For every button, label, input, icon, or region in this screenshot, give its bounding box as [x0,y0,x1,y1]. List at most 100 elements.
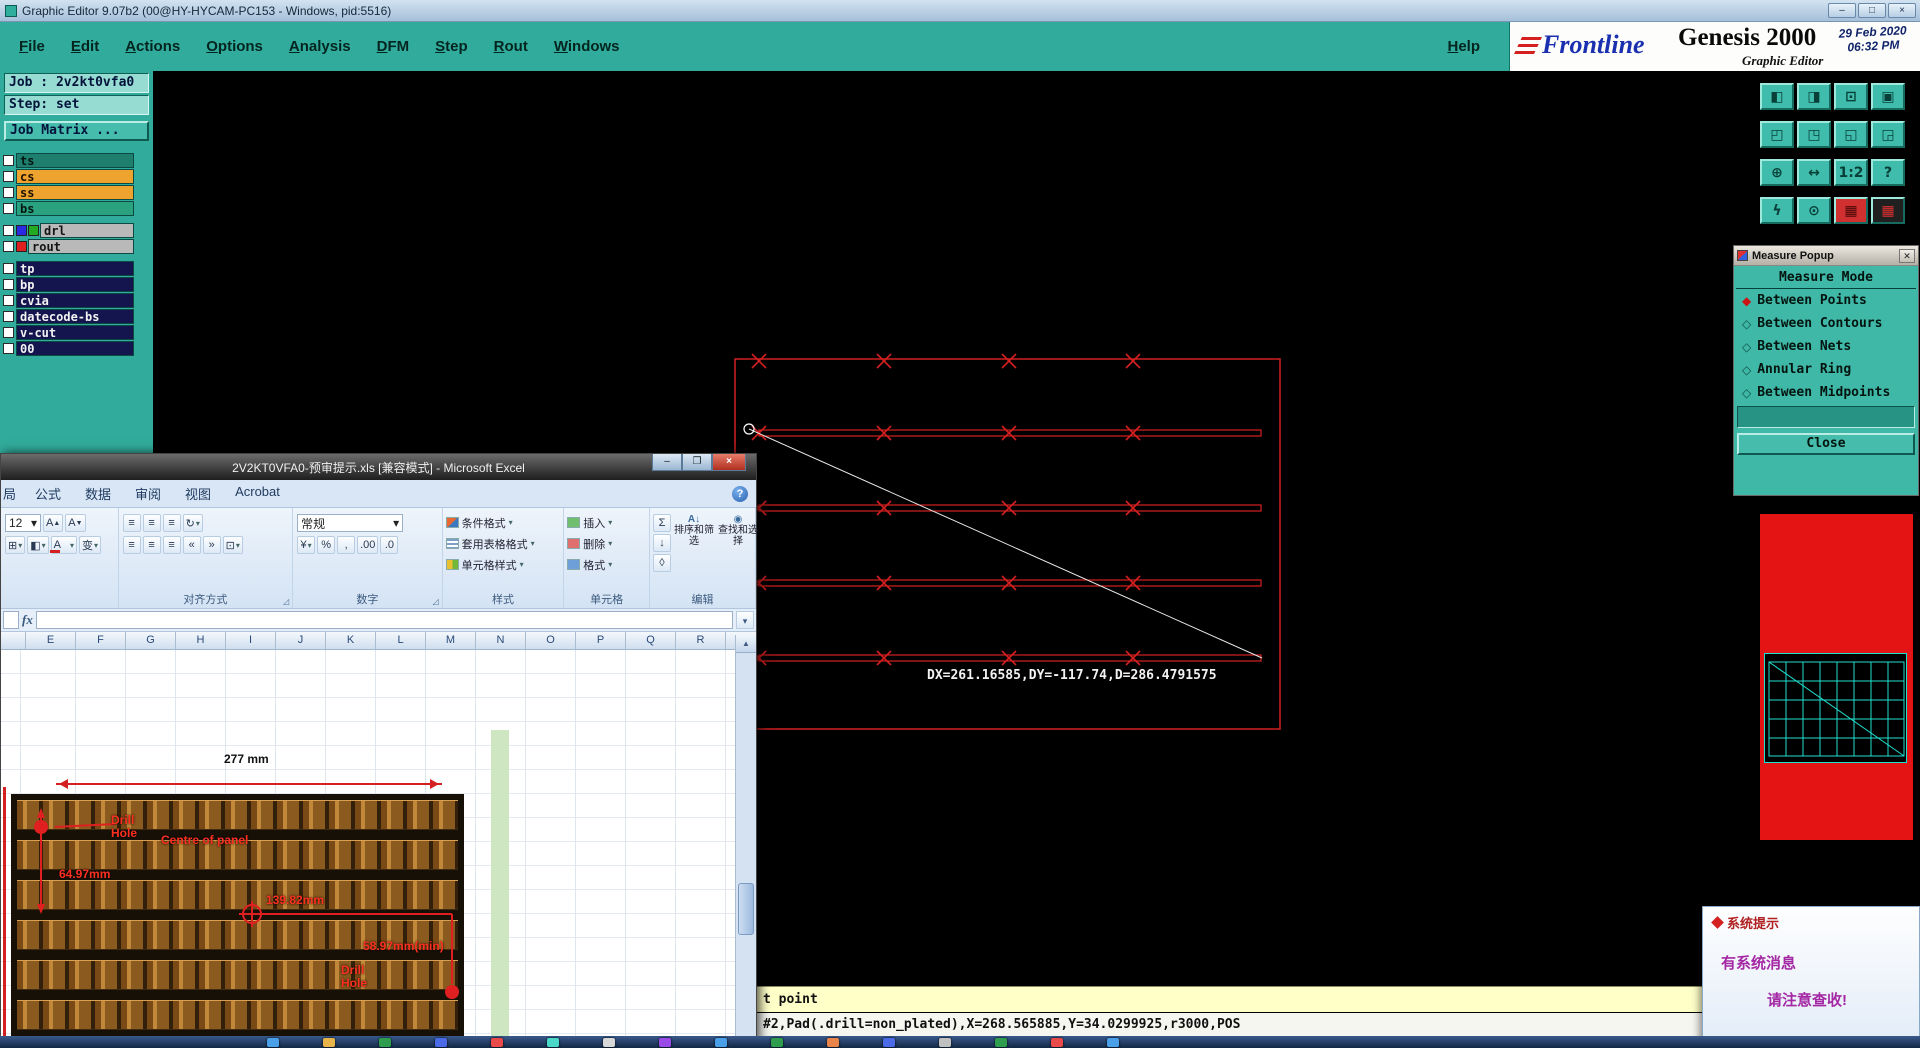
decrease-decimal-button[interactable]: .0 [380,536,399,554]
menu-item[interactable]: Actions [112,38,193,55]
formula-expand-icon[interactable]: ▾ [736,611,754,629]
cells-button[interactable]: 删除 ▾ [564,533,649,554]
layer-name[interactable]: cs [16,169,134,184]
font-size-select[interactable]: 12 ▾ [5,514,41,532]
cells-button[interactable]: 插入 ▾ [564,512,649,533]
taskbar-app-icon[interactable] [771,1038,783,1047]
format-as-table-button[interactable]: 套用表格格式 ▾ [443,533,564,554]
phonetic-button[interactable]: 变 ▾ [79,536,102,554]
toolbar-button[interactable]: ⊙ [1797,197,1831,224]
layer-row[interactable]: tp [3,261,134,276]
layer-row[interactable]: bs [3,201,134,216]
layer-name[interactable]: datecode-bs [16,309,134,324]
layer-row[interactable]: 00 [3,341,134,356]
layer-checkbox[interactable] [3,295,14,306]
column-header[interactable]: E [26,632,76,649]
excel-restore-button[interactable]: ❐ [682,454,712,471]
cell-styles-button[interactable]: 单元格样式 ▾ [443,554,564,575]
align-right-button[interactable]: ≡ [162,536,181,554]
layer-name[interactable]: drl [40,223,134,238]
menu-item[interactable]: File [6,38,58,55]
name-box[interactable] [3,611,19,629]
font-color-button[interactable]: A ▾ [50,536,78,554]
column-header[interactable]: Q [626,632,676,649]
toolbar-button[interactable]: ◧ [1760,83,1794,110]
toolbar-button[interactable]: ◨ [1797,83,1831,110]
layer-checkbox[interactable] [3,263,14,274]
layer-color-chip[interactable] [16,225,27,236]
layer-row[interactable]: cs [3,169,134,184]
job-matrix-button[interactable]: Job Matrix ... [4,121,149,141]
layer-checkbox[interactable] [3,327,14,338]
scroll-up-icon[interactable]: ▲ [736,635,756,653]
toolbar-button[interactable]: ⊡ [1834,83,1868,110]
measure-mode-option[interactable]: ◇ Between Midpoints [1734,381,1918,404]
fill-color-button[interactable]: ◧ ▾ [27,536,49,554]
orientation-button[interactable]: ↻ ▾ [182,514,203,532]
excel-ribbon-tab[interactable]: 数据 [73,480,123,507]
layer-name[interactable]: bs [16,201,134,216]
column-header[interactable]: R [676,632,726,649]
measure-mode-option[interactable]: ◆ Between Points [1734,289,1918,312]
excel-ribbon-tab[interactable]: 审阅 [123,480,173,507]
taskbar-app-icon[interactable] [267,1038,279,1047]
layer-name[interactable]: ts [16,153,134,168]
align-center-button[interactable]: ≡ [142,536,161,554]
layer-checkbox[interactable] [3,225,14,236]
column-header[interactable]: I [226,632,276,649]
taskbar-app-icon[interactable] [883,1038,895,1047]
excel-sheet-grid[interactable]: 277 mm Drill Hole Centre of panel 64.97m… [1,650,756,1046]
toolbar-button[interactable]: 1:2 [1834,159,1868,186]
measure-mode-option[interactable]: ◇ Between Nets [1734,335,1918,358]
toolbar-button[interactable]: ? [1871,159,1905,186]
taskbar-app-icon[interactable] [323,1038,335,1047]
align-top-button[interactable]: ≡ [122,514,141,532]
column-header[interactable]: J [276,632,326,649]
taskbar-app-icon[interactable] [995,1038,1007,1047]
layer-color-chip[interactable] [28,225,39,236]
menu-item[interactable]: Options [193,38,276,55]
layer-name[interactable]: v-cut [16,325,134,340]
taskbar-app-icon[interactable] [827,1038,839,1047]
align-bottom-button[interactable]: ≡ [162,514,181,532]
taskbar-app-icon[interactable] [603,1038,615,1047]
toolbar-button[interactable]: ▦ [1834,197,1868,224]
dialog-launcher-icon[interactable]: ◿ [432,597,438,606]
layer-checkbox[interactable] [3,279,14,290]
taskbar-app-icon[interactable] [1051,1038,1063,1047]
measure-mode-option[interactable]: ◇ Annular Ring [1734,358,1918,381]
taskbar-app-icon[interactable] [379,1038,391,1047]
menu-item[interactable]: Edit [58,38,112,55]
toolbar-button[interactable]: ▦ [1871,197,1905,224]
layer-name[interactable]: rout [28,239,134,254]
layer-name[interactable]: ss [16,185,134,200]
measure-popup-titlebar[interactable]: Measure Popup ✕ [1734,246,1918,266]
dialog-launcher-icon[interactable]: ◿ [283,597,289,606]
system-message-popup[interactable]: 系统提示 有系统消息 请注意查收! [1702,906,1920,1046]
layer-checkbox[interactable] [3,203,14,214]
column-header[interactable]: L [376,632,426,649]
accounting-format-button[interactable]: ¥ ▾ [297,536,316,554]
layer-name[interactable]: bp [16,277,134,292]
align-left-button[interactable]: ≡ [122,536,141,554]
column-header[interactable]: G [126,632,176,649]
taskbar-app-icon[interactable] [491,1038,503,1047]
taskbar-app-icon[interactable] [547,1038,559,1047]
grow-font-button[interactable]: A ▲ [43,514,64,532]
toolbar-button[interactable]: ⊕ [1760,159,1794,186]
layer-name[interactable]: 00 [16,341,134,356]
layer-name[interactable]: tp [16,261,134,276]
menu-item[interactable]: Analysis [276,38,364,55]
toolbar-button[interactable]: ◲ [1871,121,1905,148]
menu-item-help[interactable]: Help [1434,38,1493,55]
percent-style-button[interactable]: % [317,536,336,554]
merge-center-button[interactable]: ⊡ ▾ [222,536,243,554]
measure-mode-option[interactable]: ◇ Between Contours [1734,312,1918,335]
layer-color-chip[interactable] [16,241,27,252]
column-header[interactable]: N [476,632,526,649]
layer-checkbox[interactable] [3,155,14,166]
layer-checkbox[interactable] [3,311,14,322]
layer-checkbox[interactable] [3,171,14,182]
minimize-button[interactable]: – [1828,3,1856,18]
excel-minimize-button[interactable]: – [652,454,682,471]
